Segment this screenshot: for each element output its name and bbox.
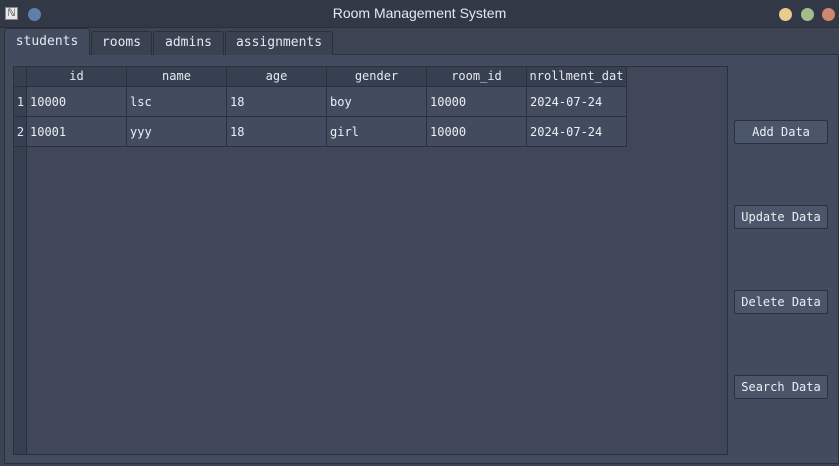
row-number[interactable]: 2 bbox=[14, 117, 27, 147]
table-cell[interactable]: 10000 bbox=[27, 87, 127, 117]
column-header-enrollment-date[interactable]: nrollment_dat bbox=[527, 67, 627, 87]
table-cell[interactable]: lsc bbox=[127, 87, 227, 117]
table-cell[interactable]: 10001 bbox=[27, 117, 127, 147]
column-header-name[interactable]: name bbox=[127, 67, 227, 87]
tab-students[interactable]: students bbox=[4, 28, 90, 55]
search-data-button[interactable]: Search Data bbox=[734, 375, 828, 399]
title-bar: ℕ Room Management System bbox=[0, 0, 839, 28]
column-header-gender[interactable]: gender bbox=[327, 67, 427, 87]
table-cell[interactable]: boy bbox=[327, 87, 427, 117]
table-cell[interactable]: girl bbox=[327, 117, 427, 147]
close-icon[interactable] bbox=[822, 8, 835, 21]
table-cell[interactable]: 18 bbox=[227, 87, 327, 117]
students-table[interactable]: id name age gender room_id nrollment_dat… bbox=[13, 66, 728, 455]
row-number[interactable]: 1 bbox=[14, 87, 27, 117]
column-header-room-id[interactable]: room_id bbox=[427, 67, 527, 87]
tab-admins[interactable]: admins bbox=[153, 31, 224, 55]
table-cell[interactable]: 2024-07-24 bbox=[527, 87, 627, 117]
column-header-age[interactable]: age bbox=[227, 67, 327, 87]
delete-data-button[interactable]: Delete Data bbox=[734, 290, 828, 314]
table-cell[interactable]: yyy bbox=[127, 117, 227, 147]
table-corner[interactable] bbox=[14, 67, 27, 87]
add-data-button[interactable]: Add Data bbox=[734, 120, 828, 144]
maximize-icon[interactable] bbox=[801, 8, 814, 21]
column-header-id[interactable]: id bbox=[27, 67, 127, 87]
table-cell[interactable]: 10000 bbox=[427, 117, 527, 147]
update-data-button[interactable]: Update Data bbox=[734, 205, 828, 229]
tab-rooms[interactable]: rooms bbox=[91, 31, 152, 55]
table-cell[interactable]: 10000 bbox=[427, 87, 527, 117]
tab-assignments[interactable]: assignments bbox=[225, 31, 333, 55]
window-title: Room Management System bbox=[332, 5, 507, 21]
table-cell[interactable]: 18 bbox=[227, 117, 327, 147]
table-cell[interactable]: 2024-07-24 bbox=[527, 117, 627, 147]
minimize-icon[interactable] bbox=[779, 8, 792, 21]
